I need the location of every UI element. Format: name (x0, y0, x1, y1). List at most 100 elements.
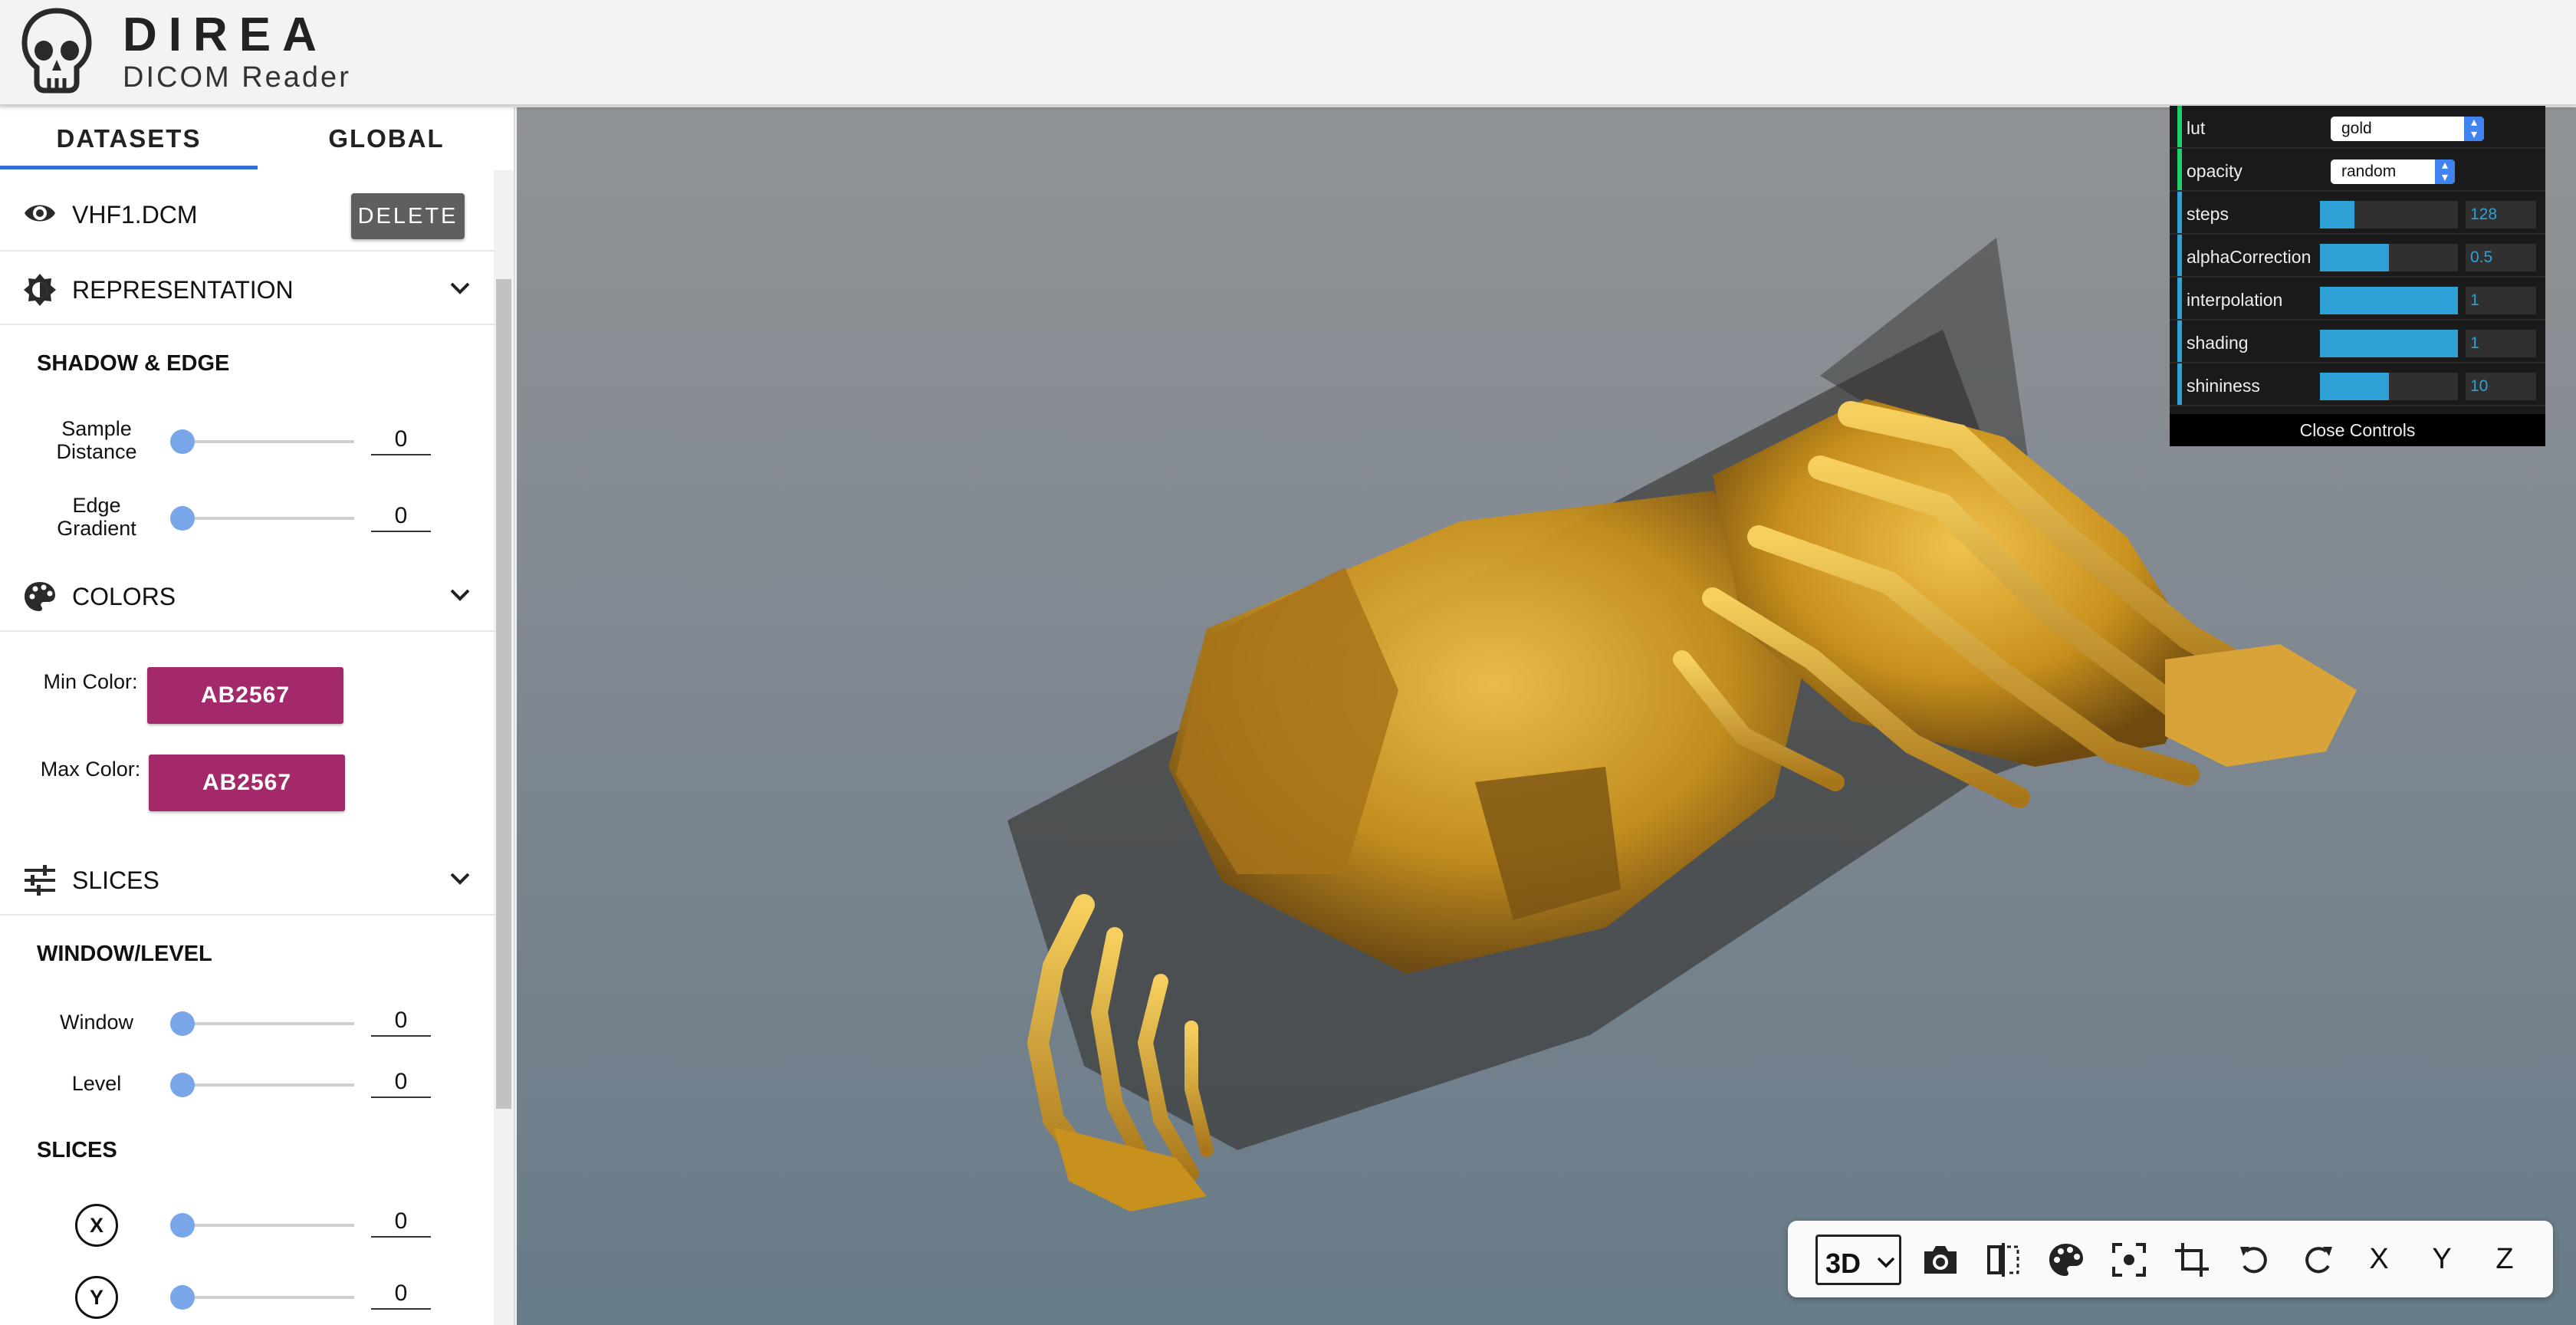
slice-x-label: X (75, 1204, 118, 1247)
chevron-down-icon[interactable] (448, 278, 472, 299)
edge-gradient-slider[interactable] (170, 503, 354, 534)
edge-gradient-input[interactable] (371, 501, 431, 532)
opacity-select[interactable]: random ▴ ▾ (2331, 159, 2455, 184)
window-label: Window (59, 1011, 134, 1034)
colors-section-header[interactable]: COLORS (0, 558, 495, 632)
app-header: DIREA DICOM Reader (0, 0, 2576, 106)
interpolation-value[interactable]: 1 (2466, 287, 2536, 314)
steps-slider[interactable] (2320, 201, 2458, 229)
app-title: DIREA (123, 8, 328, 61)
control-row-alphacorrection: alphaCorrection 0.5 (2170, 235, 2545, 278)
slider-fill (2320, 244, 2389, 271)
slider-thumb[interactable] (170, 429, 195, 454)
slider-thumb[interactable] (170, 506, 195, 531)
slider-track (181, 1022, 354, 1025)
level-label: Level (71, 1072, 122, 1095)
alphacorrection-slider[interactable] (2320, 244, 2458, 271)
chevron-down-icon[interactable] (448, 584, 472, 606)
lut-select[interactable]: gold ▴ ▾ (2331, 117, 2484, 141)
control-row-interpolation: interpolation 1 (2170, 278, 2545, 321)
axis-y-button[interactable]: Y (2423, 1238, 2461, 1281)
close-controls-button[interactable]: Close Controls (2170, 414, 2545, 446)
slider-track (181, 517, 354, 520)
row-accent (2177, 149, 2182, 190)
level-input[interactable] (371, 1067, 431, 1098)
view-mode-select[interactable]: 3D (1815, 1235, 1901, 1285)
shadow-edge-heading: SHADOW & EDGE (37, 351, 230, 376)
window-input[interactable] (371, 1006, 431, 1037)
axis-x-button[interactable]: X (2360, 1238, 2398, 1281)
axis-z-button[interactable]: Z (2486, 1238, 2524, 1281)
sample-distance-label: Sample Distance (56, 417, 137, 463)
min-color-button[interactable]: AB2567 (147, 667, 343, 724)
slice-x-input[interactable] (371, 1207, 431, 1238)
shininess-slider[interactable] (2320, 373, 2458, 400)
control-row-steps: steps 128 (2170, 192, 2545, 235)
steps-value[interactable]: 128 (2466, 201, 2536, 229)
max-color-label: Max Color: (40, 758, 141, 781)
chevron-down-icon[interactable] (448, 868, 472, 889)
slider-track (181, 1296, 354, 1299)
window-slider[interactable] (170, 1008, 354, 1039)
opacity-select-value: random (2341, 163, 2397, 180)
select-arrows-icon: ▴ ▾ (2435, 159, 2455, 184)
controls-panel: lut gold ▴ ▾ opacity random ▴ ▾ steps 128 … (2170, 106, 2545, 446)
panel-tabs: DATASETS GLOBAL (0, 107, 514, 170)
row-accent (2177, 192, 2182, 233)
crop-icon[interactable] (2173, 1241, 2211, 1279)
level-slider[interactable] (170, 1070, 354, 1100)
control-row-shading: shading 1 (2170, 321, 2545, 363)
lut-select-value: gold (2341, 120, 2372, 137)
shininess-value[interactable]: 10 (2466, 373, 2536, 400)
skull-logo-icon (21, 8, 92, 94)
palette-icon (25, 582, 55, 611)
shading-value[interactable]: 1 (2466, 330, 2536, 357)
tab-global[interactable]: GLOBAL (258, 107, 514, 170)
control-label-shading: shading (2187, 333, 2249, 353)
slice-y-label: Y (75, 1276, 118, 1319)
representation-section-header[interactable]: REPRESENTATION (0, 252, 495, 325)
delete-button[interactable]: DELETE (351, 193, 465, 239)
slices-section-header[interactable]: SLICES (0, 842, 495, 916)
slice-x-slider[interactable] (170, 1210, 354, 1241)
slice-y-input[interactable] (371, 1279, 431, 1310)
panel-scrollbar-thumb[interactable] (496, 279, 511, 1109)
interpolation-slider[interactable] (2320, 287, 2458, 314)
slices-heading: SLICES (37, 1138, 117, 1162)
dataset-row: VHF1.DCM DELETE (0, 178, 495, 252)
slider-thumb[interactable] (170, 1213, 195, 1238)
row-accent (2177, 278, 2182, 319)
slider-thumb[interactable] (170, 1073, 195, 1097)
slider-thumb[interactable] (170, 1011, 195, 1036)
sliders-icon (25, 865, 55, 896)
slider-track (181, 1224, 354, 1227)
sample-distance-input[interactable] (371, 425, 431, 455)
side-panel: DATASETS GLOBAL VHF1.DCM DELETE REPRESEN… (0, 107, 515, 1325)
edge-gradient-label: Edge Gradient (57, 494, 136, 540)
slice-y-slider[interactable] (170, 1282, 354, 1313)
alphacorrection-value[interactable]: 0.5 (2466, 244, 2536, 271)
rotate-left-icon[interactable] (2236, 1241, 2274, 1279)
center-focus-icon[interactable] (2110, 1241, 2148, 1279)
slider-fill (2320, 330, 2458, 357)
chevron-down-icon (1877, 1257, 1895, 1268)
slider-fill (2320, 287, 2458, 314)
colors-title: COLORS (72, 583, 176, 610)
control-row-shininess: shininess 10 (2170, 363, 2545, 406)
eye-icon[interactable] (23, 198, 57, 229)
max-color-button[interactable]: AB2567 (149, 755, 345, 811)
rotate-right-icon[interactable] (2298, 1241, 2337, 1279)
sample-distance-slider[interactable] (170, 426, 354, 457)
shading-slider[interactable] (2320, 330, 2458, 357)
panel-scrollbar[interactable] (494, 170, 514, 1325)
row-accent (2177, 363, 2182, 405)
palette-icon[interactable] (2047, 1241, 2085, 1279)
split-view-icon[interactable] (1984, 1241, 2022, 1279)
select-arrows-icon: ▴ ▾ (2464, 117, 2484, 141)
slices-title: SLICES (72, 866, 159, 894)
slider-fill (2320, 373, 2389, 400)
view-mode-value: 3D (1825, 1248, 1861, 1279)
camera-icon[interactable] (1921, 1241, 1960, 1279)
slider-thumb[interactable] (170, 1285, 195, 1310)
tab-datasets[interactable]: DATASETS (0, 107, 258, 170)
